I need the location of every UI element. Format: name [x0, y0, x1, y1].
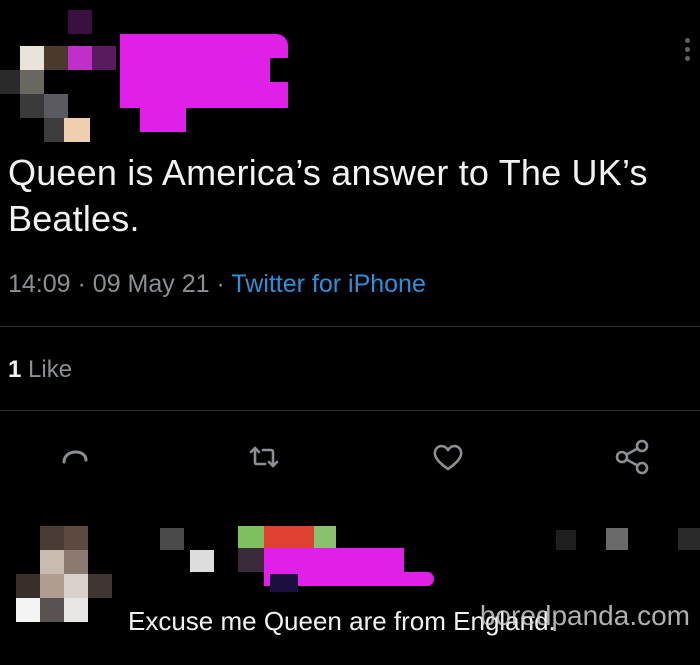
- tweet-header: [0, 0, 700, 142]
- tweet-time[interactable]: 14:09: [8, 270, 71, 298]
- reply-icon[interactable]: [54, 436, 96, 478]
- divider: [0, 410, 700, 411]
- share-icon[interactable]: [612, 436, 654, 478]
- tweet-source-link[interactable]: Twitter for iPhone: [231, 270, 426, 298]
- likes-count[interactable]: 1 Like: [8, 356, 72, 384]
- reply-avatar-pixelated[interactable]: [0, 520, 120, 625]
- divider: [0, 326, 700, 327]
- more-options-icon[interactable]: [682, 38, 692, 68]
- tweet-meta: 14:09 · 09 May 21 · Twitter for iPhone: [8, 270, 426, 299]
- tweet-date[interactable]: 09 May 21: [93, 270, 210, 298]
- like-count-label: Like: [28, 356, 73, 383]
- like-count-number: 1: [8, 356, 22, 383]
- watermark: boredpanda.com: [479, 600, 690, 631]
- author-name-redacted[interactable]: [120, 34, 290, 134]
- like-heart-icon[interactable]: [427, 436, 469, 478]
- author-avatar-pixelated[interactable]: [0, 10, 120, 142]
- meta-separator: ·: [77, 270, 86, 298]
- retweet-icon[interactable]: [243, 436, 285, 478]
- meta-separator: ·: [216, 270, 225, 298]
- tweet-text: Queen is America’s answer to The UK’s Be…: [8, 152, 648, 239]
- reply-author-redacted[interactable]: [160, 520, 700, 600]
